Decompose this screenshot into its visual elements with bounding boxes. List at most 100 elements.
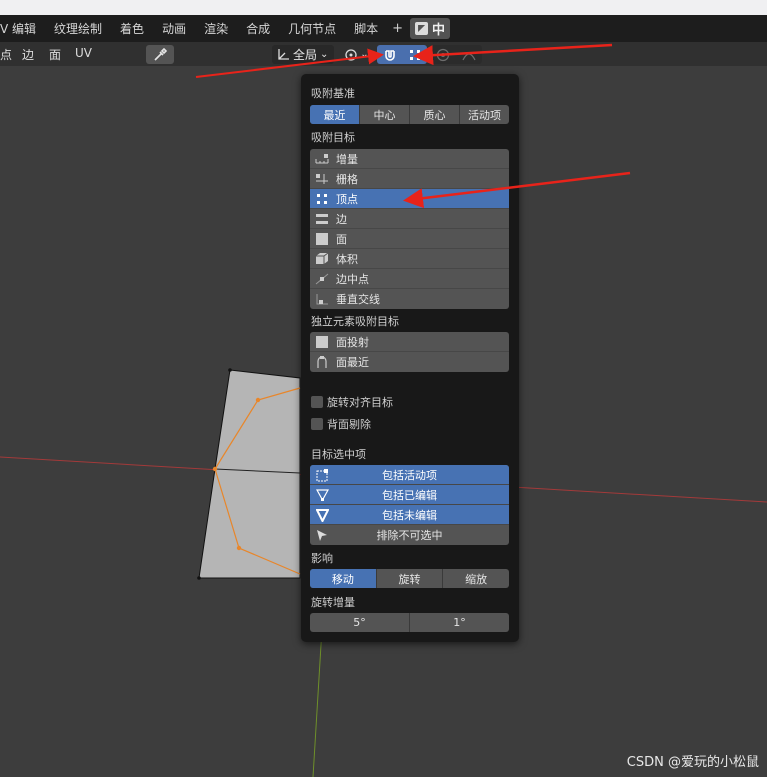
- affect-scale[interactable]: 缩放: [443, 569, 509, 588]
- snap-target-label: 面: [336, 232, 347, 246]
- checkbox-box[interactable]: [311, 396, 323, 408]
- rotation-increment-coarse[interactable]: 5°: [310, 613, 410, 632]
- include-active-label: 包括活动项: [382, 468, 437, 482]
- snap-target-volume[interactable]: 体积: [310, 249, 509, 269]
- individual-target-list: 面投射 面最近: [310, 332, 509, 372]
- uv-face: [198, 369, 301, 579]
- select-mode-uv[interactable]: UV: [75, 46, 92, 60]
- snap-target-increment[interactable]: 增量: [310, 149, 509, 169]
- exclude-nonselectable-label: 排除不可选中: [376, 529, 443, 542]
- snap-target-label: 边中点: [336, 272, 369, 286]
- snap-target-label: 体积: [336, 252, 358, 266]
- vertex-snap-icon: [409, 49, 420, 60]
- tab-scripting[interactable]: 脚本: [345, 20, 387, 37]
- include-active-toggle[interactable]: 包括活动项: [310, 465, 509, 485]
- backface-cull-checkbox[interactable]: 背面剔除: [311, 416, 371, 432]
- snap-target-grid[interactable]: 栅格: [310, 169, 509, 189]
- tab-geometry-nodes[interactable]: 几何节点: [279, 20, 345, 37]
- backface-cull-label: 背面剔除: [327, 418, 371, 431]
- affect-move[interactable]: 移动: [310, 569, 377, 588]
- affect-title: 影响: [311, 552, 333, 565]
- perpendicular-icon: [314, 292, 330, 306]
- snap-target-label: 边: [336, 212, 347, 226]
- affect-rotate[interactable]: 旋转: [377, 569, 444, 588]
- snap-target-label: 垂直交线: [336, 293, 380, 306]
- target-selection-title: 目标选中项: [311, 448, 366, 461]
- eyedropper-icon: [154, 47, 167, 61]
- snap-target-list: 增量 栅格 顶点 边 面 体积 边中点 垂直交线: [310, 149, 509, 309]
- watermark: CSDN @爱玩的小松鼠: [626, 755, 759, 770]
- face-project-option[interactable]: 面投射: [310, 332, 509, 352]
- volume-icon: [314, 252, 330, 266]
- vertex-icon: [314, 192, 330, 206]
- grid-icon: [314, 172, 330, 186]
- snapping-popover: 吸附基准 最近 中心 质心 活动项 吸附目标 增量 栅格 顶点 边 面 体积 边…: [301, 74, 519, 642]
- tab-compositing[interactable]: 合成: [237, 20, 279, 37]
- snap-target-edge-midpoint[interactable]: 边中点: [310, 269, 509, 289]
- include-edited-toggle[interactable]: 包括已编辑: [310, 485, 509, 505]
- rotation-increment-fine[interactable]: 1°: [410, 613, 509, 632]
- chevron-down-icon: ⌄: [360, 49, 369, 60]
- select-mode-edge[interactable]: 边: [22, 46, 34, 63]
- face-project-icon: [314, 335, 330, 349]
- transform-orientation-dropdown[interactable]: 全局 ⌄: [272, 45, 334, 64]
- snap-target-dropdown[interactable]: [402, 45, 427, 64]
- exclude-nonselectable-icon: [314, 528, 330, 542]
- exclude-nonselectable-toggle[interactable]: 排除不可选中: [310, 525, 509, 545]
- tab-texture-paint[interactable]: 纹理绘制: [45, 20, 111, 37]
- include-edited-label: 包括已编辑: [382, 488, 437, 502]
- uv-corner[interactable]: [228, 368, 232, 372]
- face-nearest-option[interactable]: 面最近: [310, 352, 509, 372]
- tab-shading[interactable]: 着色: [111, 20, 153, 37]
- proportional-editing[interactable]: [430, 45, 482, 64]
- snap-toggle-button[interactable]: [377, 45, 402, 64]
- increment-icon: [314, 152, 330, 166]
- tab-animation[interactable]: 动画: [153, 20, 195, 37]
- falloff-icon: [462, 52, 476, 60]
- uv-corner[interactable]: [197, 576, 201, 580]
- snap-target-perpendicular[interactable]: 垂直交线: [310, 289, 509, 309]
- scene-label: 中: [432, 23, 446, 38]
- face-nearest-label: 面最近: [336, 356, 369, 369]
- select-mode-vertex[interactable]: 点: [0, 46, 12, 63]
- uv-vertex[interactable]: [236, 545, 242, 551]
- uv-vertex[interactable]: [255, 397, 261, 403]
- face-project-label: 面投射: [336, 335, 369, 349]
- tab-rendering[interactable]: 渲染: [195, 20, 237, 37]
- rotate-align-checkbox[interactable]: 旋转对齐目标: [311, 394, 393, 410]
- snap-target-title: 吸附目标: [311, 131, 355, 144]
- snap-target-vertex[interactable]: 顶点: [310, 189, 509, 209]
- orientation-label: 全局: [293, 48, 318, 62]
- rotation-increment-title: 旋转增量: [311, 596, 355, 609]
- snap-controls: [377, 45, 427, 64]
- pivot-point-dropdown[interactable]: ⌄: [341, 45, 371, 64]
- uv-vertex[interactable]: [212, 466, 218, 472]
- snap-target-face[interactable]: 面: [310, 229, 509, 249]
- snap-base-closest[interactable]: 最近: [310, 105, 360, 124]
- tab-uv-editing[interactable]: V 编辑: [0, 20, 45, 37]
- include-nonedited-icon: [314, 508, 330, 522]
- window-top-strip: [0, 0, 767, 15]
- snap-base-center[interactable]: 中心: [360, 105, 410, 124]
- chevron-down-icon: ⌄: [320, 49, 329, 60]
- snap-base-selector: 最近 中心 质心 活动项: [310, 105, 509, 124]
- editor-header: 点 边 面 UV 全局 ⌄ ⌄: [0, 42, 767, 66]
- individual-target-title: 独立元素吸附目标: [311, 315, 399, 328]
- snap-target-label: 顶点: [336, 192, 358, 206]
- magnet-icon: [384, 49, 395, 61]
- face-icon: [314, 232, 330, 246]
- include-active-icon: [314, 468, 330, 482]
- include-nonedited-toggle[interactable]: 包括未编辑: [310, 505, 509, 525]
- snap-base-title: 吸附基准: [311, 87, 355, 100]
- snap-base-median[interactable]: 质心: [410, 105, 460, 124]
- eyedropper-button[interactable]: [146, 45, 174, 64]
- select-mode-face[interactable]: 面: [49, 46, 61, 63]
- edge-icon: [314, 212, 330, 226]
- snap-target-label: 增量: [336, 152, 358, 166]
- add-workspace-button[interactable]: +: [387, 21, 408, 36]
- include-nonedited-label: 包括未编辑: [382, 508, 437, 522]
- snap-target-edge[interactable]: 边: [310, 209, 509, 229]
- checkbox-box[interactable]: [311, 418, 323, 430]
- snap-base-active[interactable]: 活动项: [460, 105, 509, 124]
- scene-selector[interactable]: 中: [410, 18, 451, 39]
